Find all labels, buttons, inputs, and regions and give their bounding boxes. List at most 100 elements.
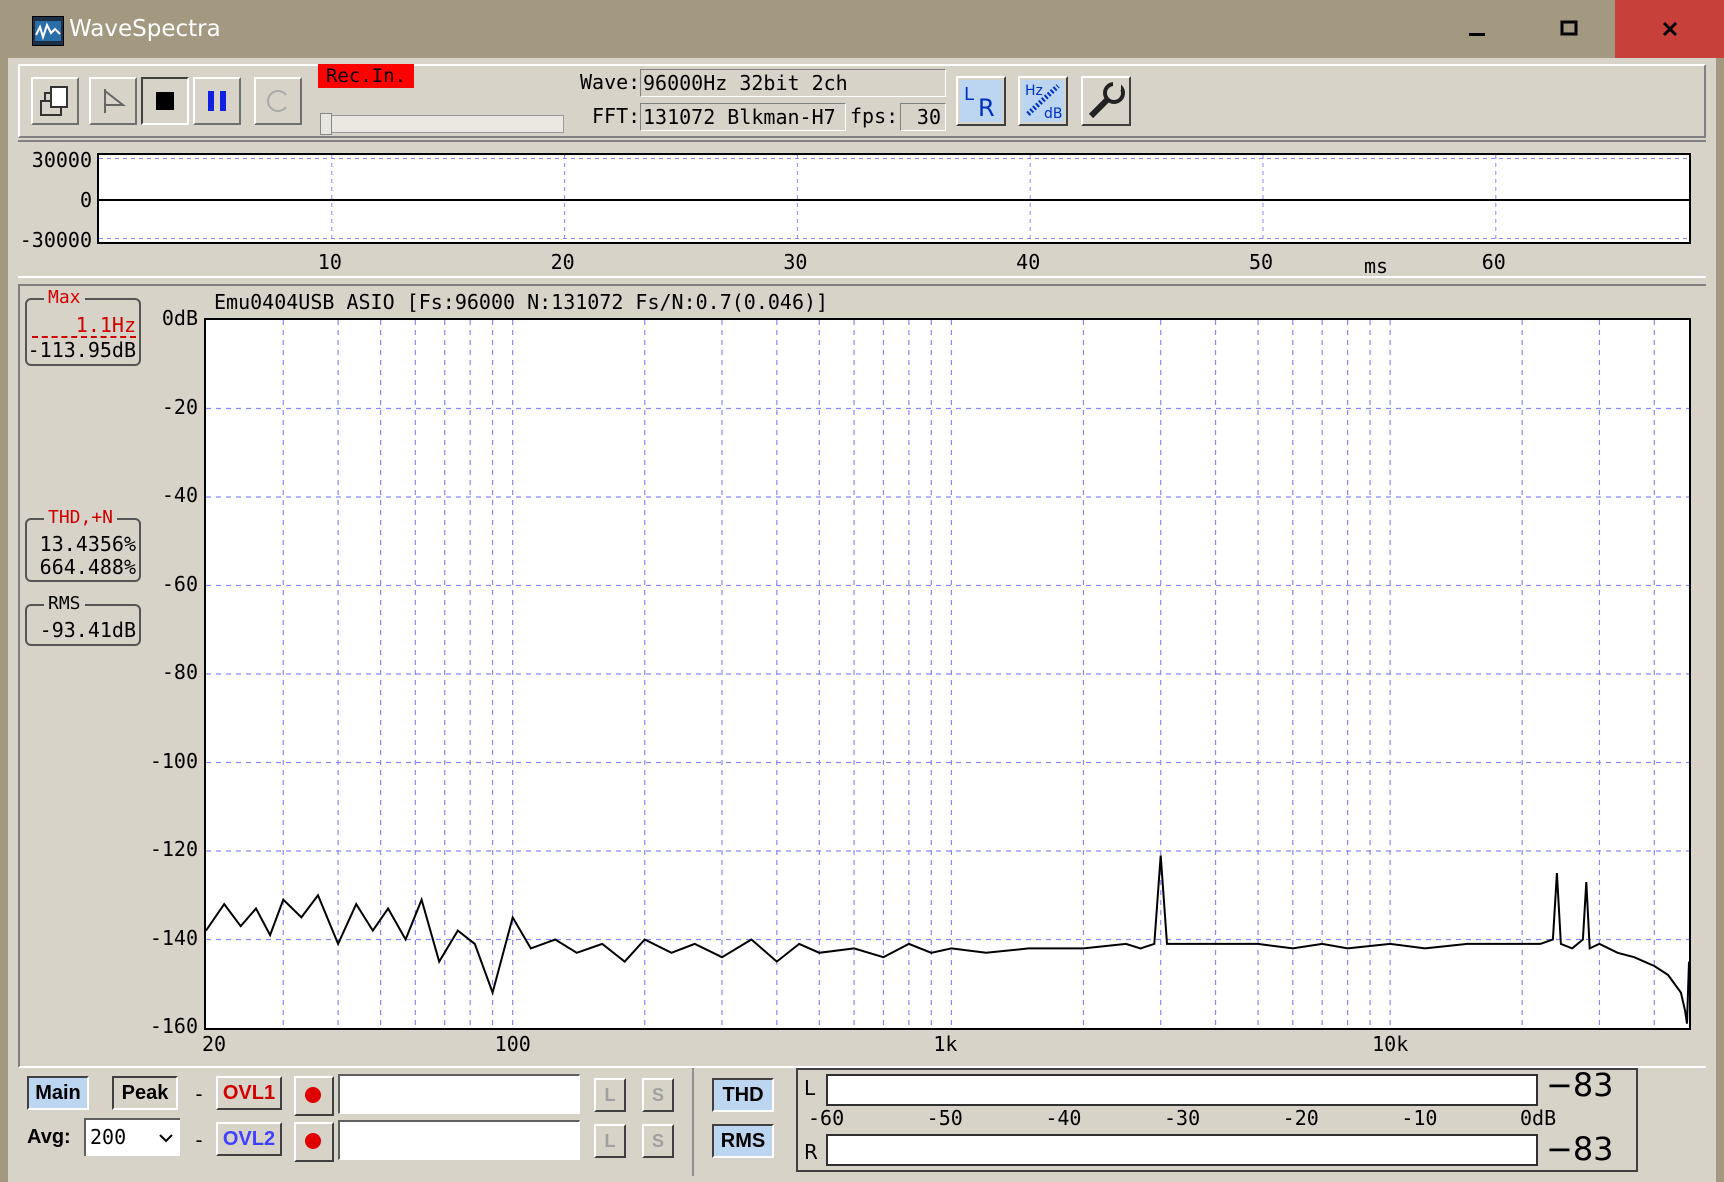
max-frequency: 1.1Hz xyxy=(75,313,136,337)
play-icon xyxy=(104,88,126,113)
overlay2-name-field[interactable] xyxy=(338,1120,580,1160)
wave-format-field: 96000Hz 32bit 2ch xyxy=(640,69,946,97)
stop-icon xyxy=(156,92,174,110)
spectrum-x-tick-label: 20 xyxy=(202,1032,227,1056)
chevron-down-icon xyxy=(159,1134,173,1143)
loop-button[interactable] xyxy=(254,77,302,125)
wave-label: Wave: xyxy=(580,70,641,94)
wave-y-label-bottom: -30000 xyxy=(19,228,92,252)
main-button[interactable]: Main xyxy=(27,1076,89,1110)
window-title: WaveSpectra xyxy=(69,16,221,42)
record-input-label[interactable]: Rec.In. xyxy=(318,64,414,88)
spectrum-y-tick-label: -120 xyxy=(149,837,198,861)
spectrum-y-tick-label: -40 xyxy=(161,483,198,507)
meter-right-bar xyxy=(826,1134,1538,1166)
settings-button[interactable] xyxy=(1081,76,1131,126)
pause-button[interactable] xyxy=(193,77,241,125)
wave-y-label-zero: 0 xyxy=(79,188,92,212)
loop-icon xyxy=(267,90,287,112)
play-button[interactable] xyxy=(89,77,137,125)
thd-button[interactable]: THD xyxy=(712,1078,774,1112)
app-icon xyxy=(32,16,64,46)
close-button[interactable] xyxy=(1615,0,1724,58)
device-info: Emu0404USB ASIO [Fs:96000 N:131072 Fs/N:… xyxy=(214,290,829,314)
meter-scale-label: -40 xyxy=(1045,1106,1082,1130)
spectrum-y-tick-label: -60 xyxy=(161,571,198,596)
separator xyxy=(692,1068,694,1176)
waveform-plot xyxy=(97,153,1691,244)
wave-x-tick-label: 30 xyxy=(783,250,808,274)
level-slider[interactable] xyxy=(320,115,564,133)
thd-title: THD,+N xyxy=(44,507,118,528)
meter-left-bar xyxy=(826,1074,1538,1106)
wave-y-label-top: 30000 xyxy=(31,148,92,172)
max-title: Max xyxy=(44,287,85,308)
max-level: -113.95dB xyxy=(27,338,136,362)
spectrum-x-tick-label: 100 xyxy=(494,1032,531,1056)
spectrum-x-tick-label: 1k xyxy=(933,1032,958,1056)
hz-db-scale-icon: HzdB xyxy=(1022,80,1064,122)
svg-text:L: L xyxy=(964,84,974,105)
svg-text:dB: dB xyxy=(1044,106,1063,122)
peak-button[interactable]: Peak xyxy=(112,1076,178,1110)
meter-scale-label: -60 xyxy=(808,1106,845,1130)
avg-select[interactable]: 200 xyxy=(84,1118,180,1156)
spectrum-y-tick-label: -100 xyxy=(149,748,198,773)
meter-scale-label: -30 xyxy=(1164,1106,1201,1130)
spectrum-y-tick-label: -20 xyxy=(161,394,198,419)
spectrum-y-tick-label: -160 xyxy=(149,1014,198,1038)
spectrum-y-tick-label: -80 xyxy=(161,660,198,684)
overlay1-name-field[interactable] xyxy=(338,1074,580,1114)
wave-x-tick-label: 10 xyxy=(317,250,342,274)
svg-text:Hz: Hz xyxy=(1025,83,1043,99)
svg-text:R: R xyxy=(978,94,995,122)
meter-scale-label: -20 xyxy=(1282,1106,1319,1130)
meter-scale-label: -50 xyxy=(926,1106,963,1130)
rms-button[interactable]: RMS xyxy=(712,1124,774,1158)
rms-title: RMS xyxy=(44,593,85,614)
overlay2-record-button[interactable] xyxy=(294,1122,334,1162)
meter-left-value: −83 xyxy=(1546,1066,1614,1104)
level-slider-thumb[interactable] xyxy=(320,113,332,135)
fps-field: 30 xyxy=(900,103,946,131)
meter-scale-label: 0dB xyxy=(1520,1106,1557,1130)
wave-x-tick-label: 60 xyxy=(1481,250,1506,274)
fps-label: fps: xyxy=(850,104,899,128)
fft-setting-field: 131072 Blkman-H7 xyxy=(640,103,846,131)
maximize-icon xyxy=(1560,20,1578,36)
spectrum-plot xyxy=(204,318,1691,1030)
meter-right-value: −83 xyxy=(1546,1130,1614,1168)
spectrum-y-tick-label: -140 xyxy=(149,925,198,950)
meter-scale-label: -10 xyxy=(1401,1106,1438,1130)
overlay2-left-button[interactable]: L xyxy=(594,1124,626,1158)
meter-left-label: L xyxy=(804,1076,816,1100)
spectrum-y-tick-label: 0dB xyxy=(161,306,198,330)
wave-x-unit: ms xyxy=(1364,254,1389,278)
minimize-button[interactable] xyxy=(1431,0,1523,58)
overlay1-button[interactable]: OVL1 xyxy=(216,1076,282,1110)
maximize-button[interactable] xyxy=(1523,0,1615,58)
lr-channel-icon: LR xyxy=(960,80,1002,122)
avg-label: Avg: xyxy=(27,1126,71,1148)
pause-icon xyxy=(208,91,226,111)
wave-x-tick-label: 50 xyxy=(1248,250,1274,274)
open-file-button[interactable] xyxy=(31,77,79,125)
overlay2-stereo-button[interactable]: S xyxy=(642,1124,674,1158)
avg-value: 200 xyxy=(90,1125,127,1149)
stop-button[interactable] xyxy=(141,77,189,125)
open-file-icon xyxy=(40,86,68,116)
overlay2-button[interactable]: OVL2 xyxy=(216,1122,282,1156)
fft-label: FFT: xyxy=(592,104,641,128)
overlay1-left-button[interactable]: L xyxy=(594,1078,626,1112)
lr-channel-button[interactable]: LR xyxy=(956,76,1006,126)
dash-2: - xyxy=(193,1128,206,1152)
meter-right-label: R xyxy=(804,1140,818,1164)
wave-x-tick-label: 20 xyxy=(550,250,575,274)
overlay1-record-button[interactable] xyxy=(294,1076,334,1116)
thd-value: 13.4356% xyxy=(39,532,136,556)
minimize-icon xyxy=(1469,33,1485,36)
wave-x-tick-label: 40 xyxy=(1016,250,1041,274)
overlay1-stereo-button[interactable]: S xyxy=(642,1078,674,1112)
spectrum-x-tick-label: 10k xyxy=(1372,1032,1409,1056)
hz-db-scale-button[interactable]: Hz dB xyxy=(1018,76,1068,126)
